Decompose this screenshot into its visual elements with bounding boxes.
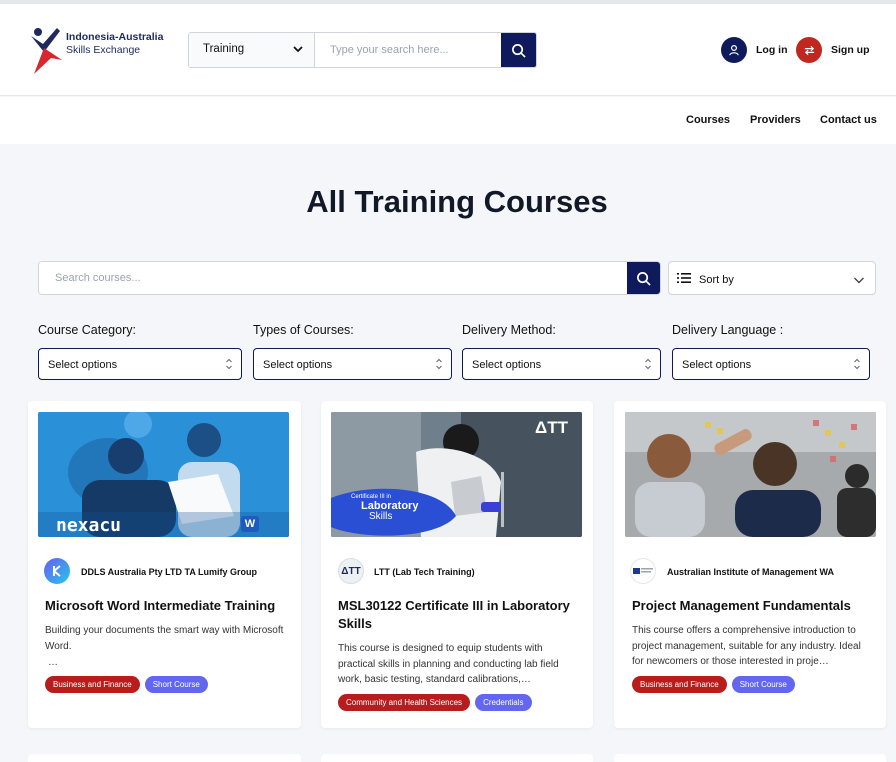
course-description: This course offers a comprehensive intro… xyxy=(632,625,861,667)
logo-subtitle: Skills Exchange xyxy=(66,44,141,56)
provider-logo xyxy=(44,558,70,584)
search-category-value: Training xyxy=(203,43,245,55)
filter-select-value: Select options xyxy=(682,359,752,371)
search-icon xyxy=(637,271,651,286)
logo-figure-icon xyxy=(31,28,62,74)
course-card[interactable] xyxy=(321,754,593,762)
tag[interactable]: Credentials xyxy=(475,694,532,711)
course-card[interactable]: Certificate III in Laboratory Skills ΔTT… xyxy=(321,401,593,728)
header-search-input[interactable] xyxy=(316,33,502,67)
search-category-select[interactable]: Training xyxy=(189,33,315,67)
course-search-button[interactable] xyxy=(627,262,660,294)
course-search-input[interactable] xyxy=(39,262,628,294)
course-image xyxy=(625,412,876,537)
filter-select-delivery[interactable]: Select options xyxy=(462,348,661,380)
ltt-logo: ΔTT xyxy=(535,418,568,437)
filter-select-value: Select options xyxy=(472,359,542,371)
sort-by-label: Sort by xyxy=(699,274,734,286)
updown-icon xyxy=(854,358,860,370)
filter-label-language: Delivery Language : xyxy=(672,323,784,337)
signup-label: Sign up xyxy=(831,44,870,56)
sort-by-select[interactable]: Sort by xyxy=(668,261,876,295)
filter-select-value: Select options xyxy=(48,359,118,371)
course-image: Certificate III in Laboratory Skills ΔTT xyxy=(331,412,582,537)
updown-icon xyxy=(436,358,442,370)
course-card[interactable] xyxy=(614,754,886,762)
provider-name: Australian Institute of Management WA xyxy=(667,567,835,577)
chevron-down-icon xyxy=(293,46,303,53)
provider-logo xyxy=(630,558,656,584)
swap-icon xyxy=(796,37,822,63)
nav-contact[interactable]: Contact us xyxy=(820,114,877,126)
course-card[interactable] xyxy=(28,754,301,762)
tag[interactable]: Community and Health Sciences xyxy=(338,694,471,711)
course-card[interactable]: nexacu W DDLS Australia Pty LTD TA Lumif… xyxy=(28,401,301,728)
provider-logo: ΔTT xyxy=(338,558,364,584)
provider-logo-text: ΔTT xyxy=(341,565,361,577)
tag-list: Business and Finance Short Course xyxy=(45,676,208,693)
filter-select-value: Select options xyxy=(263,359,333,371)
list-icon xyxy=(677,273,691,283)
nav-providers[interactable]: Providers xyxy=(750,114,801,126)
updown-icon xyxy=(645,358,651,370)
filter-label-delivery: Delivery Method: xyxy=(462,323,556,337)
course-description-more: … xyxy=(48,657,58,668)
tag-list: Community and Health Sciences Credential… xyxy=(338,694,532,711)
header-search: Training xyxy=(188,32,537,68)
login-label: Log in xyxy=(756,44,788,56)
page-title: All Training Courses xyxy=(306,184,608,219)
tag[interactable]: Short Course xyxy=(144,676,208,693)
user-icon xyxy=(721,37,747,63)
nexacu-logo: nexacu xyxy=(56,515,122,536)
course-title[interactable]: MSL30122 Certificate III in Laboratory S… xyxy=(338,597,588,633)
main-nav: Courses Providers Contact us xyxy=(0,97,896,144)
search-icon xyxy=(512,43,526,58)
login-button[interactable]: Log in xyxy=(721,36,788,64)
logo-title: Indonesia-Australia xyxy=(66,31,164,43)
header-search-button[interactable] xyxy=(501,33,536,67)
tag[interactable]: Business and Finance xyxy=(45,676,140,693)
filter-select-category[interactable]: Select options xyxy=(38,348,242,380)
course-title[interactable]: Project Management Fundamentals xyxy=(632,597,882,615)
chevron-down-icon xyxy=(854,277,864,284)
filter-label-type: Types of Courses: xyxy=(253,323,354,337)
course-card[interactable]: Australian Institute of Management WA Pr… xyxy=(614,401,886,728)
filter-select-language[interactable]: Select options xyxy=(672,348,870,380)
badge-line3: Skills xyxy=(369,511,393,522)
tag-list: Business and Finance Short Course xyxy=(632,676,795,693)
course-search xyxy=(38,261,661,295)
site-header: Indonesia-Australia Skills Exchange Trai… xyxy=(0,4,896,96)
course-image: nexacu W xyxy=(38,412,289,537)
provider-name: DDLS Australia Pty LTD TA Lumify Group xyxy=(81,567,258,577)
course-description: This course is designed to equip student… xyxy=(338,643,559,685)
signup-button[interactable]: Sign up xyxy=(796,36,870,64)
filter-select-type[interactable]: Select options xyxy=(253,348,452,380)
tag[interactable]: Short Course xyxy=(731,676,795,693)
course-title[interactable]: Microsoft Word Intermediate Training xyxy=(45,597,295,615)
nav-courses[interactable]: Courses xyxy=(686,114,730,126)
tag[interactable]: Business and Finance xyxy=(632,676,727,693)
site-logo[interactable]: Indonesia-Australia Skills Exchange xyxy=(30,26,180,76)
word-icon: W xyxy=(241,516,259,532)
course-description: Building your documents the smart way wi… xyxy=(45,625,284,652)
updown-icon xyxy=(226,358,232,370)
provider-name: LTT (Lab Tech Training) xyxy=(374,567,475,577)
filter-label-category: Course Category: xyxy=(38,323,136,337)
